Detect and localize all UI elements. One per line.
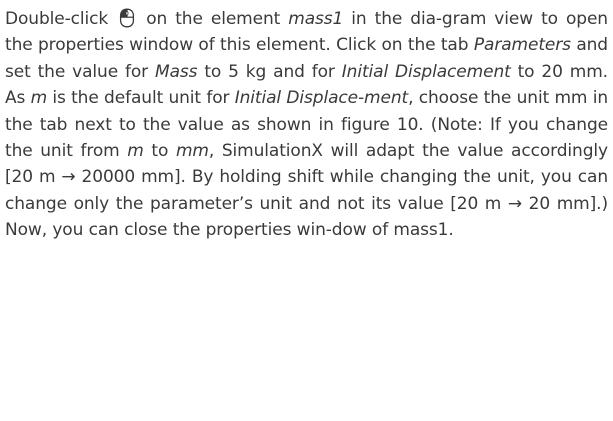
text-segment: to xyxy=(143,141,176,162)
unit-name-m: m xyxy=(30,88,48,109)
mouse-left-click-icon xyxy=(118,8,136,28)
text-segment: to 5 kg and for xyxy=(197,61,342,82)
element-name-mass1: mass1 xyxy=(288,9,344,29)
parameter-name-initial-displacement-2: Initial Displace-ment xyxy=(234,88,409,109)
parameter-name-initial-displacement: Initial Displacement xyxy=(341,61,511,82)
text-segment: is the default unit for xyxy=(47,88,235,109)
text-segment: on the element xyxy=(138,9,289,29)
unit-name-m-2: m xyxy=(127,141,144,162)
document-page: Double-click on the element mass1 in the… xyxy=(0,0,613,421)
instruction-paragraph: Double-click on the element mass1 in the… xyxy=(5,6,608,244)
tab-name-parameters: Parameters xyxy=(473,35,571,56)
unit-name-mm: mm xyxy=(175,141,209,162)
text-segment: Double-click xyxy=(5,9,117,29)
parameter-name-mass: Mass xyxy=(155,61,198,82)
